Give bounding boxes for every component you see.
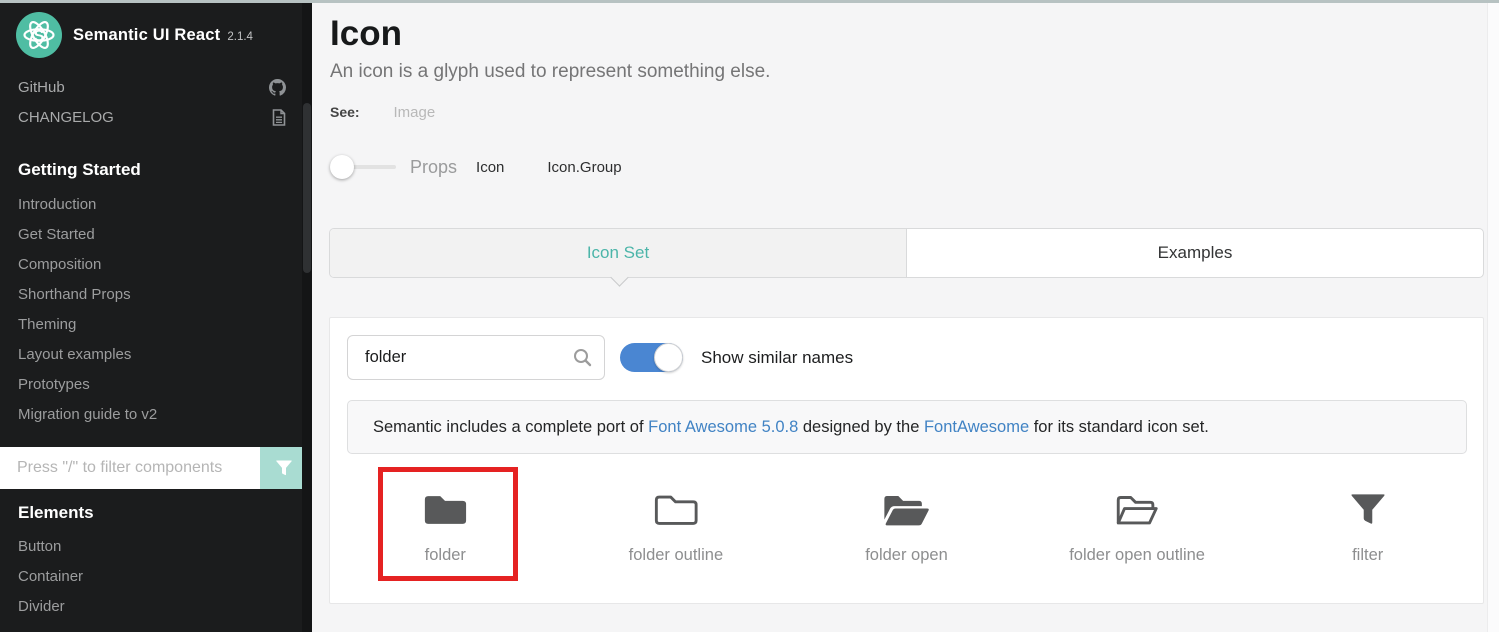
sidebar-scrollbar-thumb[interactable] <box>303 103 311 273</box>
tab-menu: Icon Set Examples <box>329 228 1484 278</box>
annotation-rectangle <box>378 467 518 581</box>
sidebar-section-elements: Elements <box>18 503 94 523</box>
component-filter-input[interactable] <box>0 447 260 489</box>
sidebar-item-composition[interactable]: Composition <box>18 256 101 278</box>
font-awesome-version-link[interactable]: Font Awesome 5.0.8 <box>648 418 798 436</box>
props-menu-icon[interactable]: Icon <box>476 159 504 176</box>
props-slider-toggle[interactable] <box>330 154 396 180</box>
icon-result-filter[interactable]: filter <box>1252 468 1483 588</box>
page-subtitle: An icon is a glyph used to represent som… <box>330 61 770 83</box>
icon-result-label: folder outline <box>629 546 723 565</box>
window-top-edge <box>0 0 1499 3</box>
component-filter <box>0 447 307 489</box>
search-icon <box>573 348 592 367</box>
sidebar-item-layout-examples[interactable]: Layout examples <box>18 346 131 368</box>
icon-search-input[interactable] <box>347 335 605 380</box>
app-version: 2.1.4 <box>227 31 253 43</box>
slider-knob[interactable] <box>330 155 354 179</box>
props-menu-icon-group[interactable]: Icon.Group <box>547 159 621 176</box>
show-similar-toggle[interactable] <box>620 343 683 372</box>
icon-result-label: folder open outline <box>1069 546 1205 565</box>
sidebar: S Semantic UI React 2.1.4 GitHub CHANGEL… <box>0 0 312 632</box>
semantic-ui-logo-icon: S <box>16 12 62 58</box>
folder-open-outline-icon <box>1112 490 1162 530</box>
sidebar-link-changelog[interactable]: CHANGELOG <box>18 106 286 128</box>
folder-outline-icon <box>653 490 699 530</box>
github-icon <box>269 79 286 96</box>
toggle-knob[interactable] <box>654 343 683 372</box>
icon-result-folder-open-outline[interactable]: folder open outline <box>1022 468 1253 588</box>
icon-search <box>347 335 605 380</box>
sidebar-section-getting-started: Getting Started <box>18 160 141 180</box>
icon-result-folder-outline[interactable]: folder outline <box>561 468 792 588</box>
sidebar-item-introduction[interactable]: Introduction <box>18 196 96 218</box>
folder-open-icon <box>881 490 931 530</box>
sidebar-item-container[interactable]: Container <box>18 568 83 590</box>
sidebar-logo-row[interactable]: S Semantic UI React 2.1.4 <box>16 12 253 58</box>
show-similar-label: Show similar names <box>701 348 853 368</box>
sidebar-item-get-started[interactable]: Get Started <box>18 226 95 248</box>
see-link-image[interactable]: Image <box>393 104 435 121</box>
svg-text:S: S <box>34 28 45 45</box>
props-label[interactable]: Props <box>410 157 457 178</box>
sidebar-item-prototypes[interactable]: Prototypes <box>18 376 90 398</box>
font-awesome-link[interactable]: FontAwesome <box>924 418 1029 436</box>
page-title: Icon <box>330 14 402 54</box>
message-text: for its standard icon set. <box>1029 418 1209 436</box>
props-row: Props Icon Icon.Group <box>330 152 622 182</box>
component-filter-button[interactable] <box>260 447 307 489</box>
app-title: Semantic UI React <box>73 26 220 45</box>
sidebar-item-theming[interactable]: Theming <box>18 316 76 338</box>
icon-result-label: filter <box>1352 546 1383 565</box>
sidebar-link-github[interactable]: GitHub <box>18 76 286 98</box>
font-awesome-message: Semantic includes a complete port of Fon… <box>347 400 1467 454</box>
icon-result-label: folder open <box>865 546 948 565</box>
see-also-row: See: Image <box>330 104 435 121</box>
main-content: Icon An icon is a glyph used to represen… <box>312 0 1499 632</box>
file-icon <box>272 109 286 126</box>
filter-icon <box>1349 490 1387 530</box>
filter-icon <box>275 459 293 477</box>
sidebar-item-button[interactable]: Button <box>18 538 61 560</box>
sidebar-scrollbar-track[interactable] <box>302 3 312 632</box>
sidebar-item-migration-guide[interactable]: Migration guide to v2 <box>18 406 157 428</box>
sidebar-item-shorthand-props[interactable]: Shorthand Props <box>18 286 131 308</box>
message-text: Semantic includes a complete port of <box>373 418 648 436</box>
page-scrollbar-track[interactable] <box>1487 3 1499 632</box>
tab-examples[interactable]: Examples <box>907 229 1483 277</box>
icon-result-folder-open[interactable]: folder open <box>791 468 1022 588</box>
message-text: designed by the <box>798 418 924 436</box>
see-label: See: <box>330 104 360 120</box>
changelog-link-label: CHANGELOG <box>18 109 114 126</box>
github-link-label: GitHub <box>18 79 65 96</box>
sidebar-item-divider[interactable]: Divider <box>18 598 65 620</box>
